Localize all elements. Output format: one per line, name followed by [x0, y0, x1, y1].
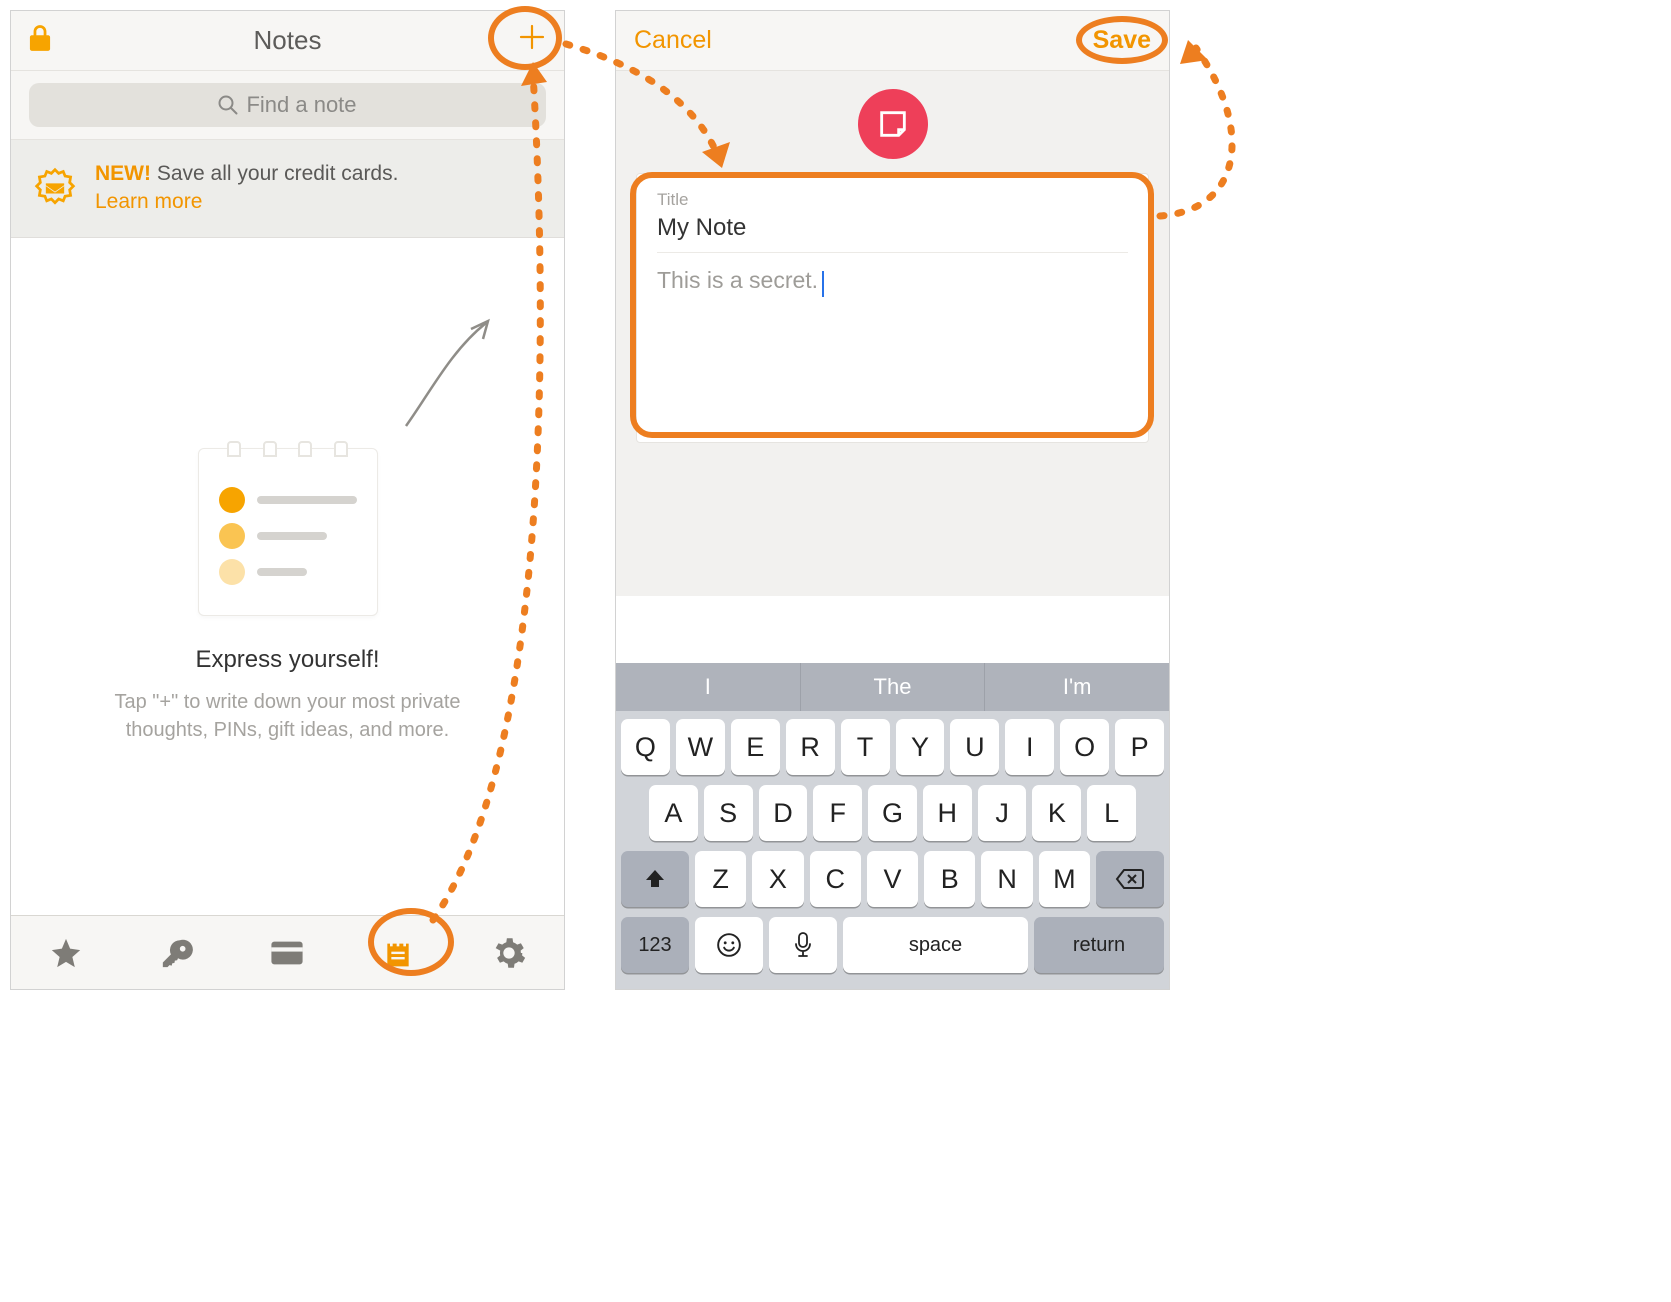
mic-icon [794, 932, 812, 958]
key-space[interactable]: space [843, 917, 1028, 973]
keyboard-suggestions: I The I'm [616, 663, 1169, 711]
title-label: Title [657, 190, 1128, 210]
key-t[interactable]: T [841, 719, 890, 775]
gear-icon [492, 936, 526, 970]
empty-state: Express yourself! Tap "+" to write down … [11, 238, 564, 744]
keyboard-row-4: 123 space return [621, 917, 1164, 973]
key-j[interactable]: J [978, 785, 1027, 841]
add-note-button[interactable] [518, 23, 546, 58]
promo-main-text: Save all your credit cards. [157, 162, 399, 185]
key-h[interactable]: H [923, 785, 972, 841]
keyboard: I The I'm Q W E R T Y U I O P A S D F G … [616, 663, 1169, 989]
tab-favorites[interactable] [36, 923, 96, 983]
key-emoji[interactable] [695, 917, 763, 973]
keyboard-row-1: Q W E R T Y U I O P [621, 719, 1164, 775]
tab-passwords[interactable] [147, 923, 207, 983]
key-m[interactable]: M [1039, 851, 1090, 907]
key-d[interactable]: D [759, 785, 808, 841]
edit-area: Title My Note This is a secret. [616, 71, 1169, 596]
tab-bar [11, 915, 564, 989]
shift-icon [643, 867, 667, 891]
search-container: Find a note [11, 71, 564, 140]
arrow-decoration-icon [391, 311, 511, 431]
text-caret [822, 271, 824, 297]
key-s[interactable]: S [704, 785, 753, 841]
suggestion-0[interactable]: I [616, 663, 801, 711]
body-text: This is a secret. [657, 267, 818, 293]
key-dictation[interactable] [769, 917, 837, 973]
lock-button[interactable] [29, 25, 51, 56]
navbar: Notes [11, 11, 564, 71]
key-p[interactable]: P [1115, 719, 1164, 775]
key-l[interactable]: L [1087, 785, 1136, 841]
key-numbers[interactable]: 123 [621, 917, 689, 973]
notes-icon [382, 937, 414, 969]
navbar-title: Notes [11, 25, 564, 56]
emoji-icon [716, 932, 742, 958]
key-o[interactable]: O [1060, 719, 1109, 775]
notes-list-screen: Notes Find a note NEW! Save all your cre… [10, 10, 565, 990]
save-button[interactable]: Save [1093, 26, 1151, 55]
note-edit-screen: Cancel Save Title My Note This is a secr… [615, 10, 1170, 990]
key-n[interactable]: N [981, 851, 1032, 907]
key-w[interactable]: W [676, 719, 725, 775]
promo-new-label: NEW! [95, 162, 151, 185]
key-y[interactable]: Y [896, 719, 945, 775]
note-type-icon[interactable] [858, 89, 928, 159]
key-a[interactable]: A [649, 785, 698, 841]
card-icon [270, 939, 304, 967]
key-c[interactable]: C [810, 851, 861, 907]
search-icon [218, 95, 238, 115]
promo-badge-icon [33, 166, 77, 210]
tab-notes[interactable] [368, 923, 428, 983]
keyboard-row-3: Z X C V B N M [621, 851, 1164, 907]
promo-learn-more-link[interactable]: Learn more [95, 188, 202, 216]
navbar: Cancel Save [616, 11, 1169, 71]
key-b[interactable]: B [924, 851, 975, 907]
key-backspace[interactable] [1096, 851, 1164, 907]
keyboard-row-2: A S D F G H J K L [621, 785, 1164, 841]
search-placeholder: Find a note [246, 92, 356, 118]
key-r[interactable]: R [786, 719, 835, 775]
body-input[interactable]: This is a secret. [657, 267, 1128, 297]
key-icon [160, 936, 194, 970]
star-icon [49, 936, 83, 970]
key-x[interactable]: X [752, 851, 803, 907]
backspace-icon [1115, 868, 1145, 890]
note-card: Title My Note This is a secret. [636, 173, 1149, 443]
promo-banner[interactable]: NEW! Save all your credit cards. Learn m… [11, 140, 564, 238]
suggestion-2[interactable]: I'm [985, 663, 1169, 711]
tab-settings[interactable] [479, 923, 539, 983]
empty-state-heading: Express yourself! [11, 646, 564, 674]
tab-wallet[interactable] [257, 923, 317, 983]
key-return[interactable]: return [1034, 917, 1164, 973]
key-k[interactable]: K [1032, 785, 1081, 841]
lock-icon [29, 25, 51, 51]
key-q[interactable]: Q [621, 719, 670, 775]
sticky-note-icon [876, 107, 910, 141]
key-f[interactable]: F [813, 785, 862, 841]
key-i[interactable]: I [1005, 719, 1054, 775]
key-v[interactable]: V [867, 851, 918, 907]
key-u[interactable]: U [950, 719, 999, 775]
key-g[interactable]: G [868, 785, 917, 841]
key-z[interactable]: Z [695, 851, 746, 907]
cancel-button[interactable]: Cancel [634, 26, 712, 55]
plus-icon [518, 23, 546, 51]
note-graphic-icon [198, 448, 378, 616]
key-shift[interactable] [621, 851, 689, 907]
key-e[interactable]: E [731, 719, 780, 775]
promo-text: NEW! Save all your credit cards. Learn m… [95, 160, 398, 217]
title-input[interactable]: My Note [657, 214, 1128, 253]
search-field[interactable]: Find a note [29, 83, 546, 127]
suggestion-1[interactable]: The [801, 663, 986, 711]
empty-state-subtext: Tap "+" to write down your most private … [11, 688, 564, 744]
